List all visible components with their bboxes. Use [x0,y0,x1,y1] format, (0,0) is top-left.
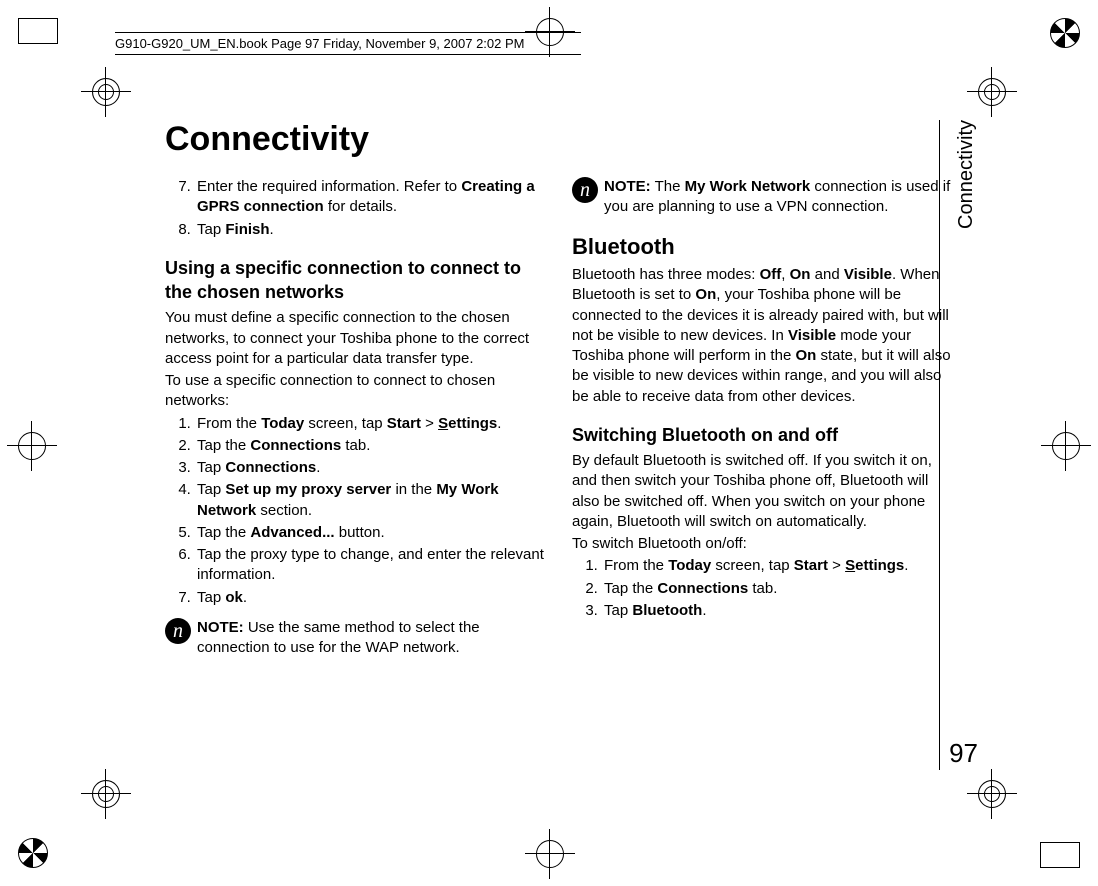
list-item: Tap the Advanced... button. [195,523,548,543]
subheading-bt-switch: Switching Bluetooth on and off [572,423,955,447]
list-item: From the Today screen, tap Start > Setti… [602,556,955,576]
printer-target-mb [536,840,564,868]
printer-mark-wheel-tr [1050,18,1080,48]
note-wap: n NOTE: Use the same method to select th… [165,618,548,659]
printer-mark-corner-br [1040,842,1080,868]
list-item: Tap Bluetooth. [602,601,955,621]
list-item: Tap the proxy type to change, and enter … [195,545,548,586]
printer-target-ml [18,432,46,460]
list-item: Tap ok. [195,588,548,608]
page-title: Connectivity [165,120,955,159]
subheading-specific-connection: Using a specific connection to connect t… [165,256,548,305]
note-body: NOTE: Use the same method to select the … [197,618,548,659]
step-8: Tap Finish. [195,220,548,240]
page-content: Connectivity Enter the required informat… [165,120,955,658]
list-item: Tap the Connections tab. [195,436,548,456]
steps-bt-switch: From the Today screen, tap Start > Setti… [572,556,955,621]
list-item: Tap Connections. [195,458,548,478]
printer-target-br [978,780,1006,808]
printer-target-tl [92,78,120,106]
printer-target-tr [978,78,1006,106]
paragraph: To use a specific connection to connect … [165,371,548,412]
printer-mark-wheel-bl [18,838,48,868]
note-icon: n [572,177,598,203]
steps-continue: Enter the required information. Refer to… [165,177,548,240]
running-header: G910-G920_UM_EN.book Page 97 Friday, Nov… [115,32,581,55]
note-vpn: n NOTE: The My Work Network connection i… [572,177,955,218]
printer-target-mr [1052,432,1080,460]
list-item: From the Today screen, tap Start > Setti… [195,414,548,434]
side-tab-label: Connectivity [955,120,978,229]
section-bluetooth: Bluetooth [572,232,955,262]
steps-specific-connection: From the Today screen, tap Start > Setti… [165,414,548,608]
page-number: 97 [949,738,978,769]
paragraph: By default Bluetooth is switched off. If… [572,451,955,532]
paragraph-bluetooth-modes: Bluetooth has three modes: Off, On and V… [572,265,955,407]
printer-mark-corner-tl [18,18,58,44]
paragraph: You must define a specific connection to… [165,308,548,369]
list-item: Tap the Connections tab. [602,579,955,599]
step-7: Enter the required information. Refer to… [195,177,548,218]
note-icon: n [165,618,191,644]
paragraph: To switch Bluetooth on/off: [572,534,955,554]
printer-target-bl [92,780,120,808]
list-item: Tap Set up my proxy server in the My Wor… [195,480,548,521]
column-right: n NOTE: The My Work Network connection i… [572,177,955,658]
column-left: Enter the required information. Refer to… [165,177,548,658]
note-body: NOTE: The My Work Network connection is … [604,177,955,218]
